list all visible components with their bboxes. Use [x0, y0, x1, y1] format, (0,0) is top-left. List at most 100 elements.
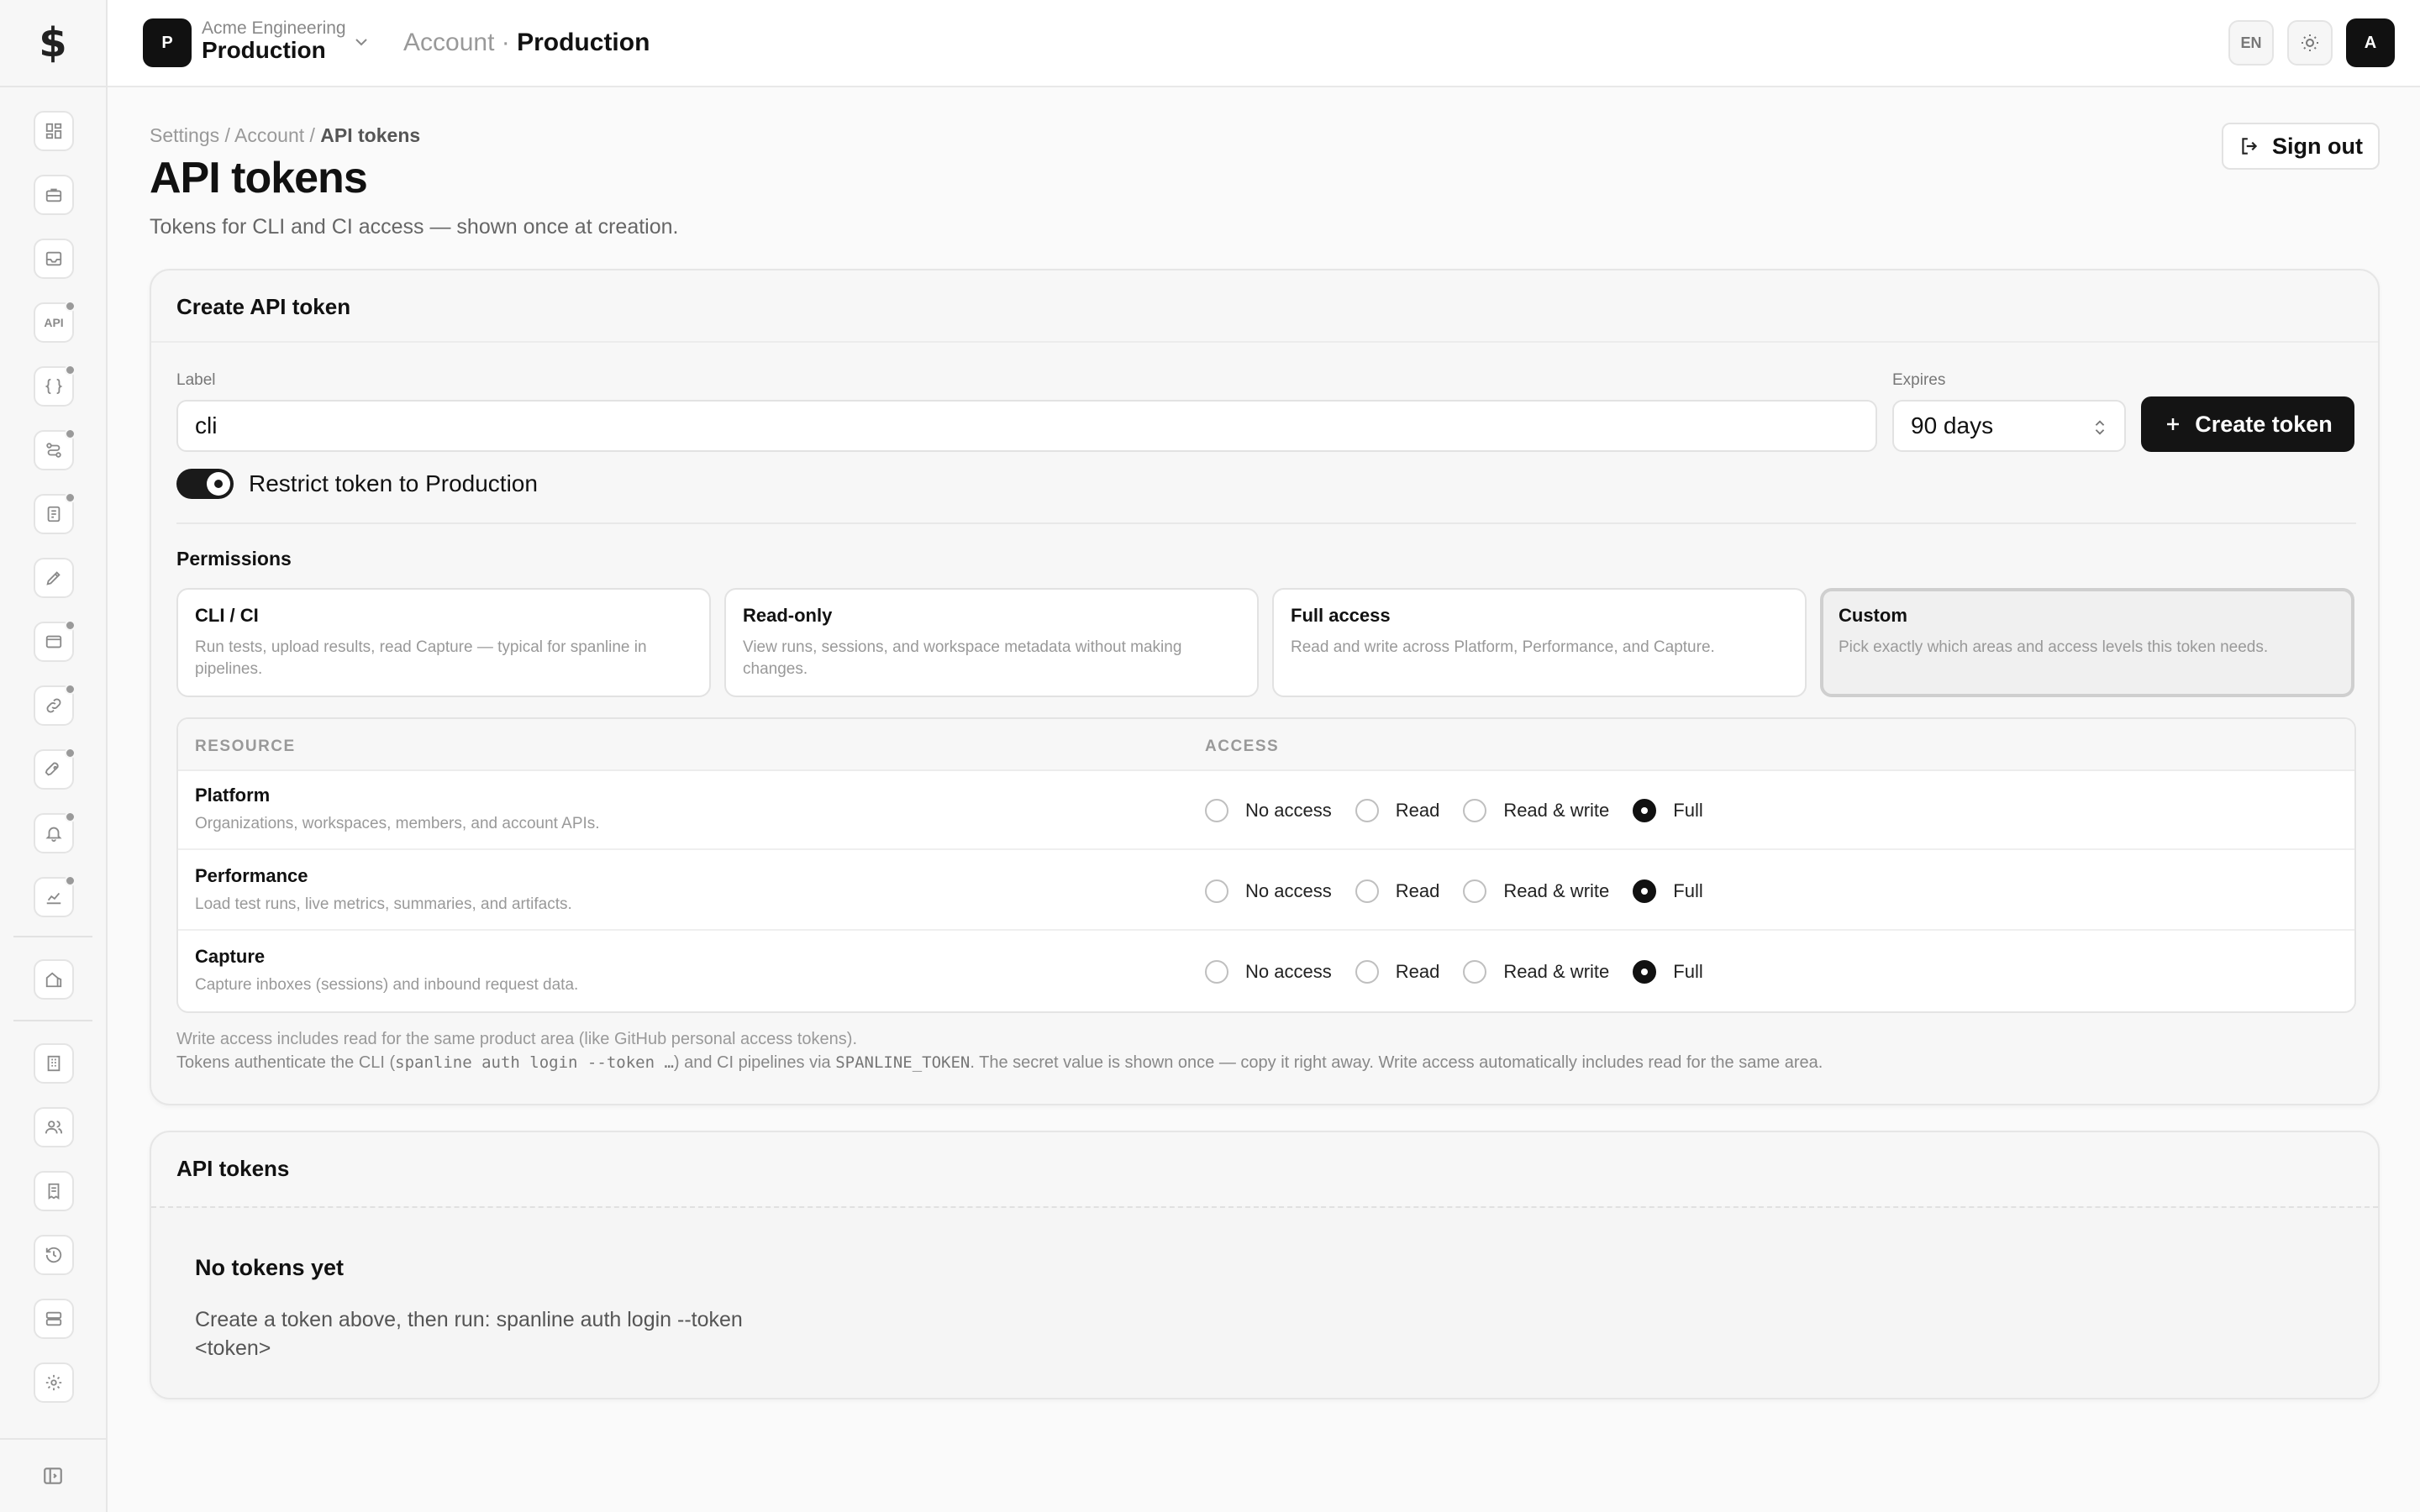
- access-option[interactable]: Read & write: [1463, 960, 1609, 984]
- resource-name: Platform: [195, 785, 271, 806]
- access-option[interactable]: Read: [1355, 879, 1440, 903]
- breadcrumb-current: API tokens: [320, 124, 421, 146]
- sidebar-item-settings[interactable]: [34, 1362, 74, 1403]
- divider: [176, 522, 2356, 524]
- restrict-toggle[interactable]: [176, 469, 234, 499]
- breadcrumb-account[interactable]: Account: [403, 29, 494, 56]
- preset-read-only[interactable]: Read-only View runs, sessions, and works…: [724, 588, 1259, 697]
- sidebar-item-pen[interactable]: [34, 558, 74, 598]
- access-option[interactable]: No access: [1205, 799, 1332, 822]
- radio-button[interactable]: [1205, 960, 1228, 984]
- database-icon: [45, 1310, 63, 1328]
- language-button[interactable]: EN: [2228, 20, 2274, 66]
- access-option-label: Read & write: [1503, 880, 1610, 901]
- table-row: Capture Capture inboxes (sessions) and in…: [178, 932, 2354, 1011]
- sidebar-item-users[interactable]: [34, 1107, 74, 1147]
- user-avatar[interactable]: A: [2346, 18, 2395, 67]
- rocket-icon: [45, 760, 63, 779]
- access-option[interactable]: Full: [1633, 960, 1703, 984]
- access-option[interactable]: Full: [1633, 879, 1703, 903]
- notification-dot: [65, 875, 76, 886]
- sidebar-item-billing[interactable]: [34, 1171, 74, 1211]
- notification-dot: [65, 301, 76, 312]
- radio-button[interactable]: [1355, 799, 1379, 822]
- preset-full-access[interactable]: Full access Read and write across Platfo…: [1272, 588, 1807, 697]
- chevron-down-icon[interactable]: [351, 32, 371, 52]
- access-option-label: No access: [1245, 961, 1332, 982]
- access-option[interactable]: Read: [1355, 960, 1439, 984]
- access-option[interactable]: Full: [1633, 799, 1703, 822]
- sidebar-item-organizations[interactable]: [34, 959, 74, 1000]
- radio-button[interactable]: [1463, 879, 1487, 903]
- sidebar-item-history[interactable]: [34, 1235, 74, 1275]
- workspace-name[interactable]: Production: [202, 37, 326, 64]
- access-option[interactable]: No access: [1205, 879, 1332, 903]
- sidebar-item-storage[interactable]: [34, 1299, 74, 1339]
- radio-button[interactable]: [1463, 960, 1487, 984]
- create-token-button[interactable]: Create token: [2141, 396, 2354, 452]
- radio-button[interactable]: [1463, 799, 1487, 822]
- radio-button[interactable]: [1355, 879, 1379, 903]
- users-icon: [45, 1118, 63, 1137]
- sign-out-label: Sign out: [2272, 133, 2363, 159]
- preset-cli-ci[interactable]: CLI / CI Run tests, upload results, read…: [176, 588, 711, 697]
- expires-select[interactable]: 90 days: [1892, 400, 2126, 452]
- sidebar-item-dashboard[interactable]: [34, 111, 74, 151]
- building-icon: [45, 1054, 63, 1073]
- plus-icon: [2163, 414, 2183, 434]
- buildings-icon: [45, 970, 63, 989]
- cli-command-code: spanline auth login --token …: [395, 1053, 674, 1072]
- sidebar-item-code[interactable]: [34, 365, 76, 407]
- sidebar-item-chart[interactable]: [34, 875, 76, 917]
- breadcrumb-separator: ·: [501, 29, 510, 56]
- permissions-title: Permissions: [176, 548, 292, 570]
- create-token-label: Create token: [2195, 411, 2333, 437]
- sidebar-collapse-button[interactable]: [0, 1438, 106, 1512]
- permissions-table: RESOURCE ACCESS Platform Organizations, w…: [176, 717, 2356, 1013]
- breadcrumb-settings[interactable]: Settings: [150, 124, 219, 146]
- restrict-toggle-label: Restrict token to Production: [249, 470, 538, 496]
- preset-custom[interactable]: Custom Pick exactly which areas and acce…: [1820, 588, 2354, 697]
- sidebar-item-inbox[interactable]: [34, 239, 74, 279]
- access-option[interactable]: No access: [1205, 960, 1332, 984]
- radio-button[interactable]: [1205, 799, 1228, 822]
- top-breadcrumb: Account · Production: [403, 29, 650, 57]
- page-title: API tokens: [150, 154, 368, 202]
- preset-title: Custom: [1839, 605, 1907, 626]
- access-radio-group: No access Read Read & write Full: [1205, 796, 1727, 825]
- briefcase-icon: [45, 186, 63, 204]
- sidebar-item-bell[interactable]: [34, 811, 76, 853]
- radio-button[interactable]: [1633, 799, 1657, 822]
- sidebar-divider: [13, 936, 92, 937]
- workspace-org-name[interactable]: Acme Engineering: [202, 18, 346, 39]
- column-header-access: ACCESS: [1205, 738, 1280, 755]
- bell-icon: [45, 824, 63, 843]
- radio-button[interactable]: [1633, 879, 1657, 903]
- sign-out-button[interactable]: Sign out: [2222, 123, 2380, 170]
- access-option-label: Full: [1673, 961, 1703, 982]
- resource-description: Capture inboxes (sessions) and inbound r…: [195, 976, 579, 994]
- access-option[interactable]: Read & write: [1463, 879, 1609, 903]
- sidebar-item-briefcase[interactable]: [34, 175, 74, 215]
- sidebar-item-mail[interactable]: [34, 620, 76, 662]
- api-icon: API: [44, 316, 64, 329]
- breadcrumb-account[interactable]: Account: [234, 124, 304, 146]
- sidebar-item-rocket[interactable]: [34, 748, 76, 790]
- sidebar-item-api[interactable]: API: [34, 301, 76, 343]
- access-option-label: Read: [1395, 880, 1440, 901]
- sidebar-item-building[interactable]: [34, 1043, 74, 1084]
- radio-button[interactable]: [1355, 960, 1379, 984]
- access-option[interactable]: Read & write: [1463, 799, 1609, 822]
- radio-button[interactable]: [1205, 879, 1228, 903]
- sidebar-item-clipboard[interactable]: [34, 492, 76, 534]
- app-logo[interactable]: $: [0, 0, 106, 87]
- workspace-avatar[interactable]: P: [143, 18, 192, 67]
- access-option[interactable]: Read: [1355, 799, 1439, 822]
- theme-toggle-button[interactable]: [2287, 20, 2333, 66]
- toggle-knob: [207, 472, 230, 496]
- radio-button[interactable]: [1633, 960, 1657, 984]
- language-label: EN: [2240, 34, 2262, 51]
- sidebar-item-workflow[interactable]: [34, 428, 76, 470]
- sidebar-item-link[interactable]: [34, 684, 76, 726]
- label-input[interactable]: cli: [176, 400, 1877, 452]
